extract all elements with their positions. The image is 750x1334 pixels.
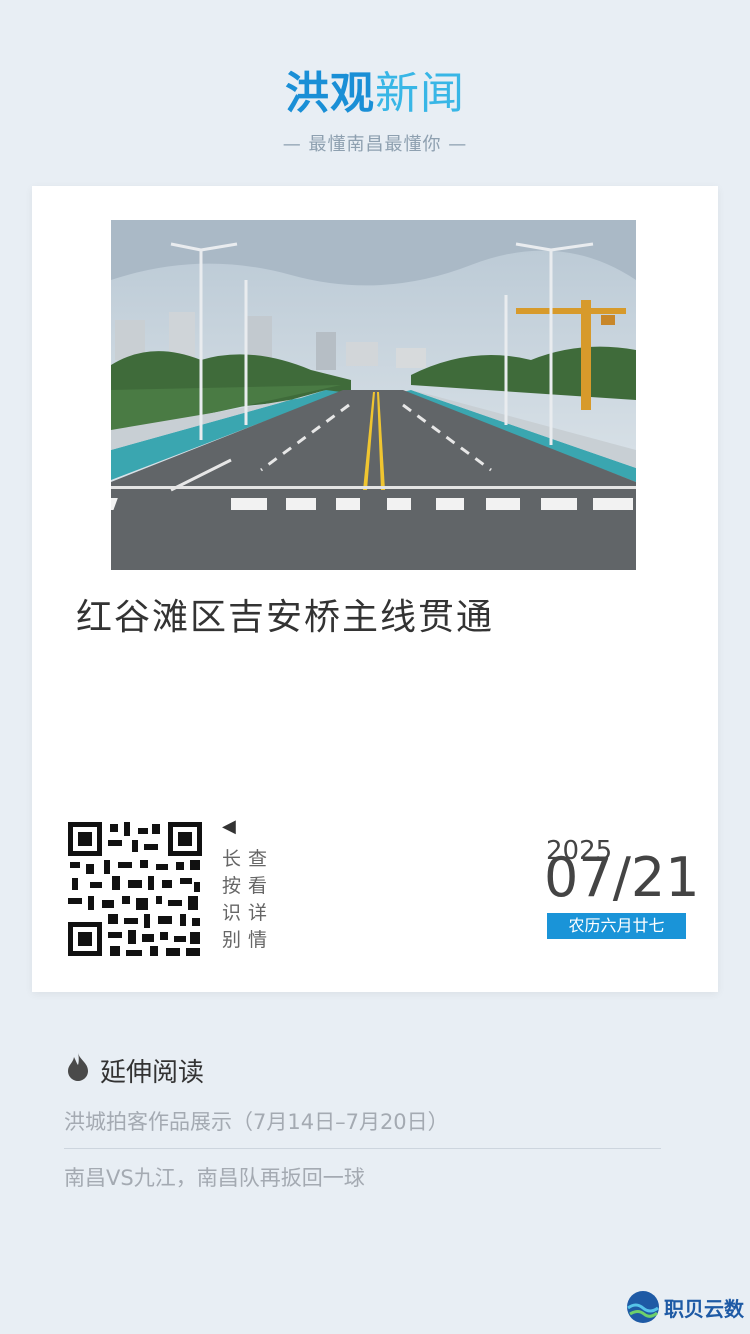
divider (64, 1148, 661, 1149)
qr-code[interactable] (68, 822, 202, 956)
logo-text-part2: 新闻 (375, 68, 465, 119)
related-link-1[interactable]: 洪城拍客作品展示（7月14日–7月20日） (64, 1106, 449, 1136)
lunar-date-badge: 农历六月廿七 (547, 913, 686, 939)
qr-hint-text-long-press: 长按识别 (222, 848, 242, 951)
date-month-day: 07/21 (544, 846, 700, 909)
watermark: 职贝云数 (626, 1290, 744, 1324)
logo-text-part1: 洪观 (285, 68, 375, 119)
slogan: — 最懂南昌最懂你 — (282, 134, 468, 155)
globe-logo-icon (627, 1291, 659, 1323)
road-image (111, 220, 636, 570)
fire-icon (66, 1053, 90, 1088)
news-headline[interactable]: 红谷滩区吉安桥主线贯通 (76, 588, 494, 640)
related-link-2[interactable]: 南昌VS九江，南昌队再扳回一球 (64, 1162, 365, 1192)
app-logo: 洪观新闻 (0, 68, 750, 120)
related-reading-title: 延伸阅读 (100, 1058, 205, 1088)
watermark-text: 职贝云数 (664, 1296, 744, 1321)
poster-card: 红谷滩区吉安桥主线贯通 ◀ 长按识别 查看详情 2025 07/21 农历六月廿… (32, 186, 718, 992)
qr-hint-text-view-details: 查看详情 (248, 848, 268, 951)
news-photo (111, 220, 636, 570)
qr-pointer-arrow-icon: ◀ (222, 816, 236, 837)
related-reading-heading: 延伸阅读 (66, 1052, 204, 1089)
